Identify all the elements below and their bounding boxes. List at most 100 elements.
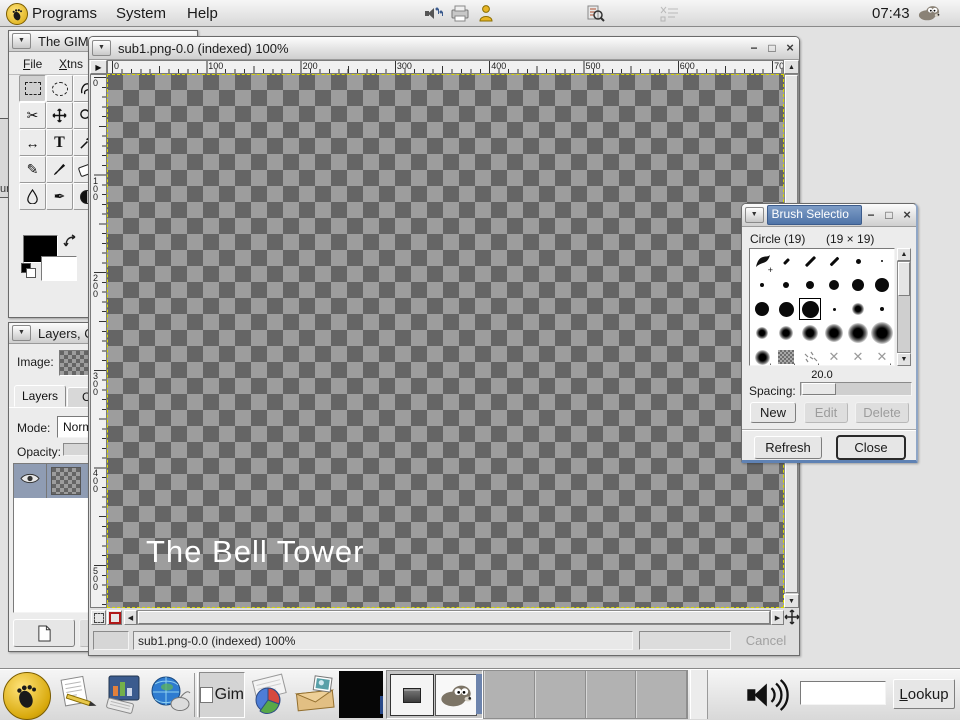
web-browser-launcher[interactable]: [147, 672, 191, 716]
horizontal-scrollbar-thumb[interactable]: [138, 611, 770, 624]
brush-fuzzy-16[interactable]: [846, 297, 870, 321]
pager-cell[interactable]: [586, 671, 637, 718]
maximize-icon[interactable]: □: [880, 207, 898, 223]
new-button[interactable]: New: [750, 402, 796, 423]
close-icon[interactable]: ×: [898, 207, 916, 223]
taskbar-gimp-button[interactable]: Gim: [199, 672, 245, 718]
lookup-button[interactable]: Lookup: [893, 679, 955, 709]
window-shade-icon[interactable]: ▼: [12, 325, 31, 341]
canvas[interactable]: The Bell Tower: [107, 74, 784, 608]
tool-pencil[interactable]: ✎: [19, 156, 46, 183]
brush-dot-10[interactable]: [846, 273, 870, 297]
menu-help[interactable]: Help: [187, 5, 218, 22]
edit-button[interactable]: Edit: [804, 402, 848, 423]
tool-text[interactable]: T: [46, 129, 73, 156]
canvas-viewport[interactable]: The Bell Tower: [107, 74, 784, 608]
minimize-icon[interactable]: −: [745, 40, 763, 56]
brush-dot-9[interactable]: [822, 273, 846, 297]
lookup-input[interactable]: [800, 681, 886, 705]
brush-texture-25[interactable]: +: [774, 345, 798, 366]
window-shade-icon[interactable]: ▼: [12, 33, 31, 49]
printer-icon[interactable]: [450, 4, 470, 27]
window-shade-icon[interactable]: ▼: [92, 40, 111, 56]
cancel-button[interactable]: Cancel: [737, 629, 795, 651]
brush-fuzzy-18[interactable]: [750, 321, 774, 345]
scroll-right-icon[interactable]: ▶: [771, 610, 784, 625]
main-menu-button[interactable]: [3, 672, 51, 720]
brush-dot-7[interactable]: [774, 273, 798, 297]
gimp-wilber-icon[interactable]: [918, 4, 940, 26]
brush-bird-0[interactable]: +: [750, 249, 774, 273]
close-button[interactable]: Close: [836, 435, 906, 460]
refresh-button[interactable]: Refresh: [754, 436, 822, 459]
search-icon[interactable]: [585, 4, 605, 28]
desk-guide-active-desktop[interactable]: [435, 674, 477, 716]
brush-scatter-26[interactable]: +: [798, 345, 822, 366]
brush-scrollbar-thumb[interactable]: [898, 262, 910, 296]
scroll-up-icon[interactable]: ▲: [897, 248, 911, 261]
brush-x-29[interactable]: ✕+: [870, 345, 894, 366]
image-menu-thumbnail[interactable]: [59, 350, 91, 376]
close-icon[interactable]: ×: [781, 40, 799, 56]
brush-dot-11[interactable]: [870, 273, 894, 297]
horizontal-ruler[interactable]: 0100200300400500600700: [107, 60, 784, 74]
background-color-swatch[interactable]: [41, 256, 77, 281]
desk-guide-task-window[interactable]: [390, 674, 434, 716]
brush-dot-15[interactable]: [822, 297, 846, 321]
tool-paintbrush[interactable]: [46, 156, 73, 183]
tool-ink[interactable]: ✒: [46, 183, 73, 210]
brush-dot-8[interactable]: [798, 273, 822, 297]
scroll-down-icon[interactable]: ▼: [784, 594, 799, 608]
new-layer-button[interactable]: [13, 619, 75, 647]
brush-dot-6[interactable]: [750, 273, 774, 297]
delete-button[interactable]: Delete: [855, 402, 909, 423]
brush-fuzzy-22[interactable]: [846, 321, 870, 345]
quickmask-on-button[interactable]: [107, 610, 122, 625]
eye-icon[interactable]: [20, 472, 40, 490]
brush-dialog-titlebar[interactable]: ▼ Brush Selectio − □ ×: [742, 204, 916, 227]
brush-x-28[interactable]: ✕: [846, 345, 870, 366]
image-menu-button[interactable]: ▶: [90, 60, 107, 74]
spacing-slider-thumb[interactable]: [802, 383, 836, 395]
black-window-item[interactable]: [339, 671, 383, 718]
brush-fuzzy-21[interactable]: [822, 321, 846, 345]
vertical-ruler[interactable]: 01 0 02 0 03 0 04 0 05 0 0: [90, 74, 107, 608]
menu-system[interactable]: System: [116, 5, 166, 22]
brush-dot-17[interactable]: [870, 297, 894, 321]
scroll-left-icon[interactable]: ◀: [124, 610, 137, 625]
quickmask-off-button[interactable]: [91, 610, 106, 625]
brush-slash-3[interactable]: [822, 249, 846, 273]
swap-colors-icon[interactable]: [63, 234, 79, 255]
menu-programs[interactable]: Programs: [32, 5, 97, 22]
volume-icon[interactable]: [745, 675, 791, 720]
menu-xtns[interactable]: Xtns: [59, 57, 83, 71]
word-processor-launcher[interactable]: [55, 672, 99, 716]
brush-dot-14[interactable]: [798, 297, 822, 321]
pager-cell[interactable]: [535, 671, 586, 718]
tool-rect-select[interactable]: [19, 75, 46, 102]
tool-ellipse-select[interactable]: [46, 75, 73, 102]
presentation-launcher[interactable]: [101, 672, 145, 716]
brush-fuzzy-23[interactable]: [870, 321, 894, 345]
brush-slash-2[interactable]: [798, 249, 822, 273]
tab-layers[interactable]: Layers: [14, 385, 66, 407]
charting-launcher[interactable]: [247, 672, 291, 716]
brush-dot-13[interactable]: [774, 297, 798, 321]
pan-icon[interactable]: [784, 609, 800, 625]
pager-cell[interactable]: [484, 671, 535, 718]
brush-x-27[interactable]: ✕: [822, 345, 846, 366]
menu-file[interactable]: File: [23, 57, 42, 71]
mail-launcher[interactable]: [293, 672, 337, 716]
tool-flip[interactable]: ↔: [19, 129, 46, 156]
brush-fuzzy-20[interactable]: [798, 321, 822, 345]
window-shade-icon[interactable]: ▼: [745, 207, 764, 223]
tool-scissors[interactable]: ✂: [19, 102, 46, 129]
scroll-down-icon[interactable]: ▼: [897, 353, 911, 366]
user-icon[interactable]: [478, 4, 494, 28]
maximize-icon[interactable]: □: [763, 40, 781, 56]
tool-blur[interactable]: [19, 183, 46, 210]
default-colors-icon[interactable]: [21, 263, 35, 277]
brush-slash-1[interactable]: [774, 249, 798, 273]
brush-dot-4[interactable]: [846, 249, 870, 273]
minimize-icon[interactable]: −: [862, 207, 880, 223]
